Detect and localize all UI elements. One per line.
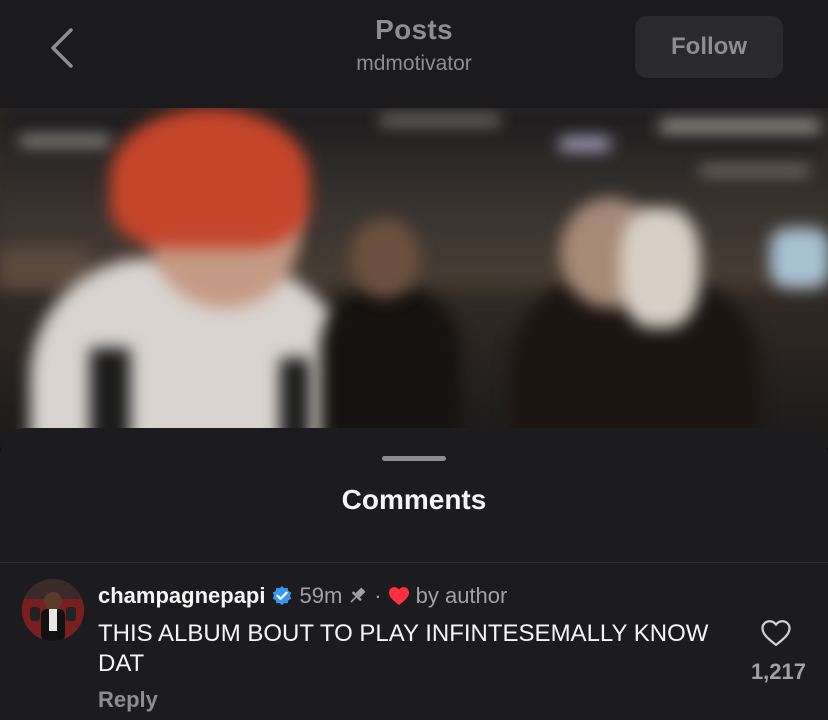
street-light xyxy=(700,168,810,173)
comments-sheet: Comments champagnepapi 59m · by author T… xyxy=(0,428,828,720)
person-middle xyxy=(320,288,460,448)
like-count: 1,217 xyxy=(750,659,806,684)
pin-icon xyxy=(346,585,368,607)
reply-button[interactable]: Reply xyxy=(98,687,158,713)
account-username[interactable]: mdmotivator xyxy=(214,52,614,76)
street-light xyxy=(660,122,820,130)
street-light xyxy=(380,118,500,123)
avatar-image xyxy=(22,579,84,641)
top-bar: Posts mdmotivator Follow xyxy=(0,0,828,108)
red-beanie xyxy=(110,108,310,248)
comment-text: THIS ALBUM BOUT TO PLAY INFINTESEMALLY K… xyxy=(98,620,709,677)
street-light xyxy=(560,138,610,150)
avatar[interactable] xyxy=(22,579,84,641)
blue-light xyxy=(770,228,828,288)
page-title: Posts xyxy=(375,14,453,45)
post-video[interactable] xyxy=(0,108,828,448)
person-right-hair xyxy=(620,208,700,328)
follow-button[interactable]: Follow xyxy=(635,16,783,78)
liked-heart-icon xyxy=(388,586,410,606)
person-middle-face xyxy=(350,218,420,298)
comment-timestamp: 59m xyxy=(299,583,343,608)
heart-outline-icon xyxy=(761,620,791,646)
meta-separator: · xyxy=(374,583,382,608)
back-button[interactable] xyxy=(40,24,84,72)
liked-by-author-label: by author xyxy=(415,583,508,608)
street-light xyxy=(20,138,110,144)
comment-meta: champagnepapi 59m · by author xyxy=(98,583,507,609)
comments-title: Comments xyxy=(341,484,487,515)
header-titles: Posts mdmotivator xyxy=(214,14,614,76)
comment-username[interactable]: champagnepapi xyxy=(98,583,265,609)
chevron-left-icon xyxy=(51,28,73,68)
sheet-drag-handle[interactable] xyxy=(382,456,446,461)
like-comment-button[interactable] xyxy=(758,615,794,651)
comment-item: champagnepapi 59m · by author THIS ALBUM… xyxy=(0,563,828,720)
verified-badge-icon xyxy=(271,585,293,607)
